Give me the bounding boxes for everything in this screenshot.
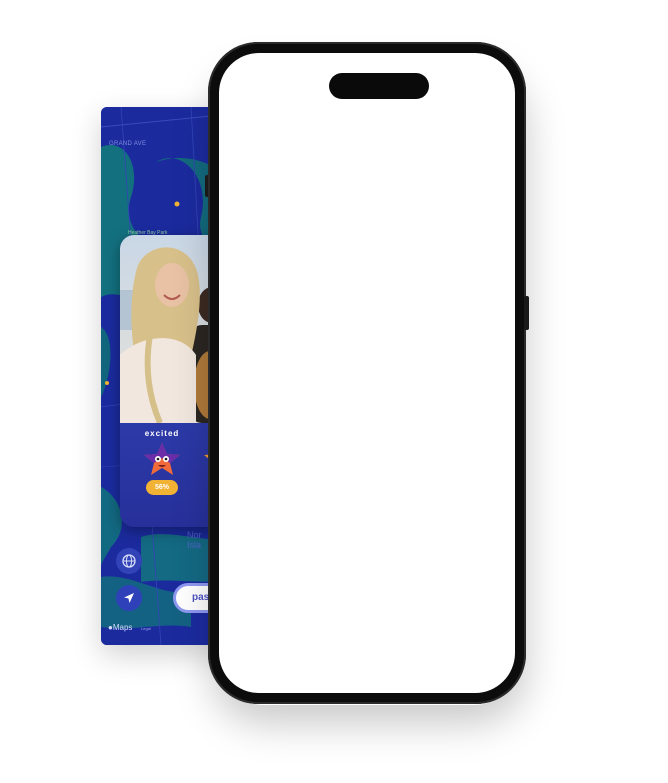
maps-attribution-label: Maps (112, 623, 133, 632)
phone-frame (208, 42, 526, 704)
mood-item-excited[interactable]: excited 56% (132, 429, 192, 495)
mood-label: excited (144, 429, 180, 438)
maps-attribution: ●Maps (108, 623, 132, 632)
legal-link[interactable]: Legal (141, 626, 151, 631)
map-street-label: GRAND AVE (109, 141, 147, 147)
locate-button[interactable] (116, 585, 142, 611)
location-arrow-icon (124, 593, 134, 603)
phone-power-button (524, 296, 529, 330)
excited-star-icon (144, 443, 180, 475)
phone-screen (219, 53, 515, 693)
map-island-label: Nor Isla (187, 530, 202, 550)
dynamic-island (329, 73, 429, 99)
mood-percent-badge: 56% (145, 480, 178, 495)
globe-icon (122, 554, 136, 568)
globe-button[interactable] (116, 548, 142, 574)
